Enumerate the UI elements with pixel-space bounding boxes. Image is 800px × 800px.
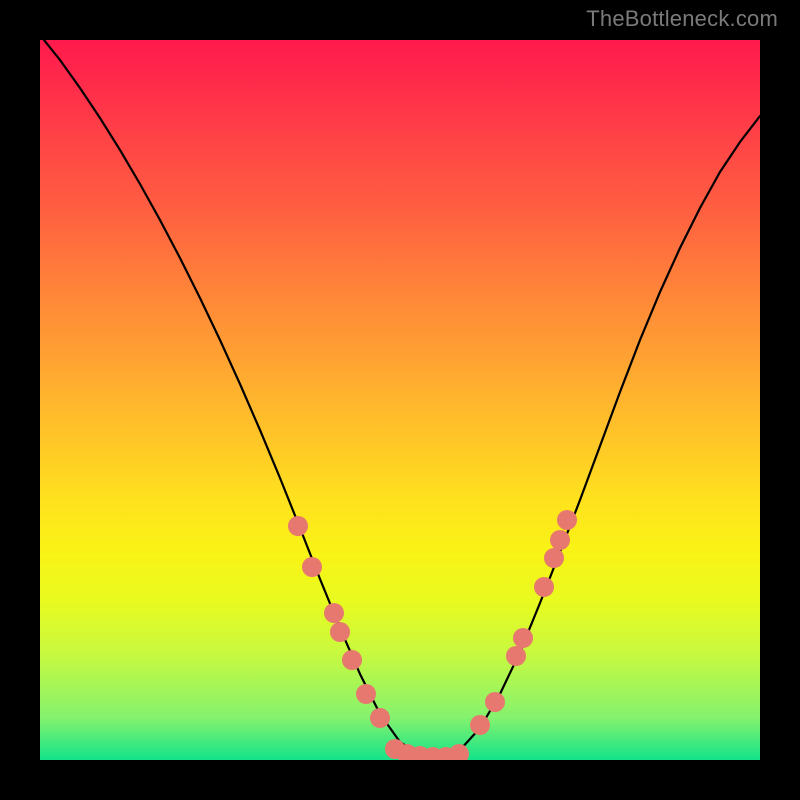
marker-right-6 xyxy=(550,530,570,550)
marker-left-4 xyxy=(342,650,362,670)
marker-bottom-5 xyxy=(449,744,469,760)
curves-svg xyxy=(40,40,760,760)
marker-left-2 xyxy=(324,603,344,623)
curve-layer xyxy=(40,40,760,757)
points-layer xyxy=(288,510,577,760)
curve-left-branch xyxy=(40,40,440,757)
marker-left-0 xyxy=(288,516,308,536)
marker-right-4 xyxy=(534,577,554,597)
marker-left-1 xyxy=(302,557,322,577)
marker-left-6 xyxy=(370,708,390,728)
watermark-label: TheBottleneck.com xyxy=(586,6,778,32)
marker-right-0 xyxy=(470,715,490,735)
curve-right-branch xyxy=(440,116,760,757)
marker-right-3 xyxy=(513,628,533,648)
chart-frame: TheBottleneck.com xyxy=(0,0,800,800)
marker-right-7 xyxy=(557,510,577,530)
marker-right-2 xyxy=(506,646,526,666)
marker-left-3 xyxy=(330,622,350,642)
plot-area xyxy=(40,40,760,760)
marker-left-5 xyxy=(356,684,376,704)
marker-right-1 xyxy=(485,692,505,712)
marker-right-5 xyxy=(544,548,564,568)
